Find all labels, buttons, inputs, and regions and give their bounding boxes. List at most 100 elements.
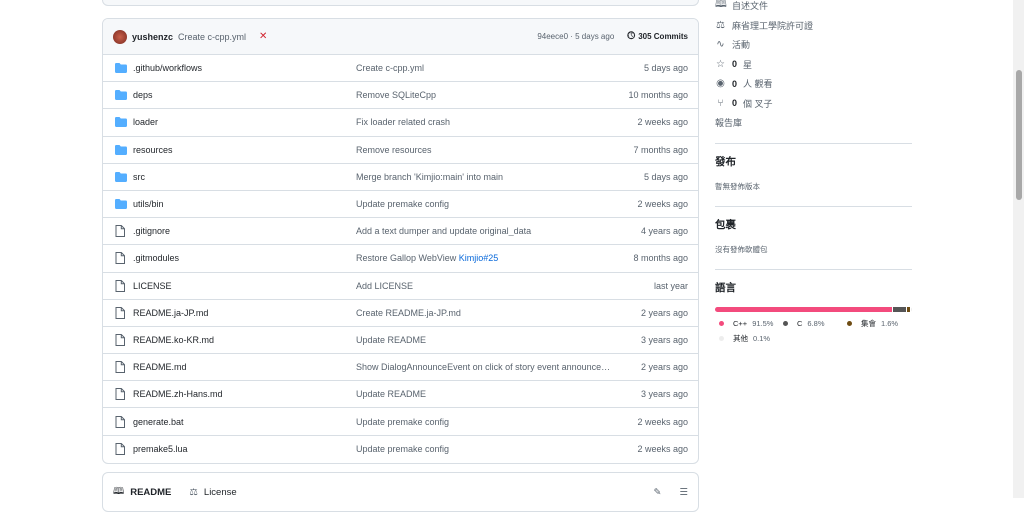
sidebar-link-label: 活動 — [732, 40, 751, 51]
folder-icon — [115, 63, 129, 74]
language-name: 其他 — [733, 333, 748, 343]
folder-icon — [115, 117, 129, 128]
commit-message[interactable]: Create c-cpp.yml — [178, 32, 246, 42]
commit-message-text: Create README.ja-JP.md — [356, 307, 461, 318]
failed-status-icon[interactable]: ✕ — [259, 31, 267, 42]
commit-message-link[interactable]: Remove SQLiteCpp — [356, 90, 614, 100]
commit-message-link[interactable]: Create c-cpp.yml — [356, 63, 614, 73]
commit-message-link[interactable]: Update premake config — [356, 417, 614, 427]
file-name-link[interactable]: generate.bat — [133, 417, 356, 427]
outline-icon[interactable]: ☰ — [679, 487, 688, 498]
language-dot — [847, 320, 852, 326]
file-name-link[interactable]: resources — [133, 145, 356, 155]
tab-license[interactable]: License — [204, 487, 237, 498]
releases-heading[interactable]: 發布 — [715, 154, 912, 169]
file-name-link[interactable]: src — [133, 172, 356, 182]
commit-message-link[interactable]: Fix loader related crash — [356, 117, 614, 127]
commit-message-text: Update premake config — [356, 444, 450, 455]
language-legend-item[interactable]: C 6.8% — [779, 318, 843, 329]
file-row: LICENSE Add LICENSE last year — [103, 273, 698, 300]
commit-message-text: Merge branch 'Kimjio:main' into main — [356, 171, 503, 182]
commit-message-text: Update README — [356, 389, 427, 400]
file-row: README.ja-JP.md Create README.ja-JP.md 2… — [103, 300, 698, 327]
language-bar-segment — [715, 306, 893, 312]
scrollbar[interactable] — [1013, 0, 1024, 498]
commit-message-link[interactable]: Create README.ja-JP.md — [356, 308, 614, 318]
file-name-link[interactable]: README.ja-JP.md — [133, 308, 356, 318]
commit-message-link[interactable]: Merge branch 'Kimjio:main' into main — [356, 172, 614, 182]
sidebar-stat[interactable]: ⑂ 0 個 叉子 — [715, 94, 912, 114]
file-name-link[interactable]: README.md — [133, 362, 356, 372]
file-name-link[interactable]: .gitignore — [133, 226, 356, 236]
file-name-link[interactable]: LICENSE — [133, 281, 356, 291]
packages-heading[interactable]: 包裹 — [715, 217, 912, 232]
folder-icon — [115, 199, 129, 210]
stat-label: 個 叉子 — [743, 98, 773, 109]
language-bar — [715, 306, 912, 312]
file-row: README.ko-KR.md Update README 3 years ag… — [103, 327, 698, 355]
file-name-link[interactable]: premake5.lua — [133, 444, 356, 454]
commit-age: 7 months ago — [633, 144, 688, 155]
commit-message-link[interactable]: Update README — [356, 335, 614, 345]
file-row: README.md Show DialogAnnounceEvent on cl… — [103, 354, 698, 382]
commit-age: 2 weeks ago — [637, 444, 688, 455]
file-icon — [115, 388, 129, 401]
commit-message-link[interactable]: Update README — [356, 389, 614, 399]
packages-empty: 沒有發佈軟體包 — [715, 244, 768, 254]
commit-sha-time[interactable]: 94eece0 · 5 days ago — [537, 32, 614, 41]
language-percent: 1.6% — [881, 318, 899, 328]
sidebar-link[interactable]: ∿ 活動 — [715, 35, 912, 55]
file-name-link[interactable]: deps — [133, 90, 356, 100]
commit-message-link[interactable]: Update premake config — [356, 444, 614, 454]
commit-message-text: Create c-cpp.yml — [356, 63, 425, 74]
scale-icon: ⚖ — [716, 19, 725, 31]
commit-message-link[interactable]: Remove resources — [356, 145, 614, 155]
file-icon — [115, 279, 129, 292]
scrollbar-thumb[interactable] — [1016, 70, 1022, 200]
commit-message-link[interactable]: Update premake config — [356, 199, 614, 209]
file-name-link[interactable]: README.zh-Hans.md — [133, 389, 356, 399]
file-name-link[interactable]: .github/workflows — [133, 63, 356, 73]
file-name-link[interactable]: .gitmodules — [133, 253, 356, 263]
language-legend-item[interactable]: 集會 1.6% — [843, 318, 907, 329]
commit-age: 2 years ago — [640, 307, 688, 318]
commit-message-link[interactable]: Show DialogAnnounceEvent on click of sto… — [356, 362, 614, 372]
sidebar-stat[interactable]: ◉ 0 人 觀看 — [715, 74, 912, 94]
report-repository-link[interactable]: 報告庫 — [715, 113, 912, 133]
language-legend-item[interactable]: 其他 0.1% — [715, 333, 779, 344]
file-icon — [115, 306, 129, 319]
language-percent: 0.1% — [753, 333, 771, 343]
file-name-link[interactable]: README.ko-KR.md — [133, 335, 356, 345]
commit-message-link[interactable]: Add a text dumper and update original_da… — [356, 226, 614, 236]
file-icon — [115, 415, 129, 428]
commit-message-text: Remove resources — [356, 144, 432, 155]
language-dot — [719, 320, 724, 326]
file-name-link[interactable]: utils/bin — [133, 199, 356, 209]
language-bar-segment — [911, 306, 912, 312]
tab-readme[interactable]: README — [130, 487, 171, 498]
commit-message-link[interactable]: Restore Gallop WebView Kimjio#25 — [356, 253, 614, 263]
readme-tabs: 🕮 README ⚖ License ✎ ☰ — [102, 472, 699, 512]
file-row: utils/bin Update premake config 2 weeks … — [103, 191, 698, 219]
sidebar-stat[interactable]: ☆ 0 星 — [715, 55, 912, 75]
folder-icon — [115, 171, 129, 182]
language-percent: 91.5% — [752, 318, 774, 328]
commit-message-link[interactable]: Add LICENSE — [356, 281, 614, 291]
avatar[interactable] — [113, 29, 127, 44]
language-legend-item[interactable]: C++ 91.5% — [715, 318, 779, 329]
sidebar: 🕮 自述文件 ⚖ 麻省理工學院許可證 ∿ 活動 ☆ 0 星 ◉ 0 人 觀看 ⑂ 0 個 叉子 報告庫 發… — [715, 0, 912, 344]
commit-age: 8 months ago — [633, 253, 688, 264]
issue-link[interactable]: Kimjio#25 — [459, 253, 499, 263]
commit-age: 10 months ago — [628, 90, 688, 101]
file-icon — [115, 252, 129, 265]
file-row: premake5.lua Update premake config 2 wee… — [103, 436, 698, 463]
commits-link[interactable]: 🕓︎ 305 Commits — [627, 31, 688, 42]
commit-message-text: Add LICENSE — [356, 280, 414, 291]
eye-icon: ◉ — [716, 78, 725, 90]
file-name-link[interactable]: loader — [133, 117, 356, 127]
commit-author[interactable]: yushenzc — [132, 32, 173, 42]
sidebar-link[interactable]: ⚖ 麻省理工學院許可證 — [715, 16, 912, 36]
sidebar-link[interactable]: 🕮 自述文件 — [715, 0, 912, 16]
language-name: 集會 — [861, 318, 876, 328]
edit-icon[interactable]: ✎ — [654, 487, 662, 498]
